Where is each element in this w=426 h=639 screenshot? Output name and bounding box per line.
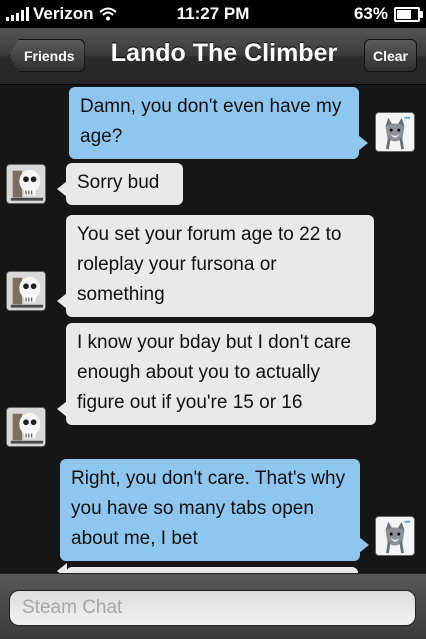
message-text: Damn, you don't even have my age? bbox=[80, 96, 342, 147]
battery-percent: 63% bbox=[353, 4, 388, 23]
skull-avatar[interactable] bbox=[6, 164, 46, 204]
clear-button[interactable]: Clear bbox=[363, 39, 417, 72]
message-text: Right, you don't care. That's why you ha… bbox=[71, 468, 346, 549]
battery-fill bbox=[397, 9, 411, 19]
wifi-icon bbox=[99, 7, 118, 21]
steam-chat-input[interactable] bbox=[9, 590, 416, 626]
chat-input-bar bbox=[0, 573, 426, 639]
skull-avatar[interactable] bbox=[6, 407, 46, 447]
status-bar: Verizon 11:27 PM 63% bbox=[0, 0, 426, 28]
wolf-icon bbox=[376, 113, 414, 151]
message-text: Sorry bud bbox=[77, 172, 160, 193]
skull-icon bbox=[7, 408, 45, 446]
message-text: I know your bday but I don't care enough… bbox=[77, 332, 352, 413]
skull-icon bbox=[7, 272, 45, 310]
chat-history[interactable]: Damn, you don't even have my age? Sorry … bbox=[0, 85, 426, 573]
signal-strength-icon bbox=[6, 7, 29, 21]
message-bubble-sent: Damn, you don't even have my age? bbox=[69, 87, 368, 159]
battery-icon bbox=[394, 6, 423, 22]
battery-status: 63% bbox=[353, 4, 423, 24]
message-bubble-sent: Right, you don't care. That's why you ha… bbox=[60, 459, 369, 561]
page-title: Lando The Climber bbox=[110, 39, 338, 67]
message-bubble-received: I know your bday but I don't care enough… bbox=[57, 323, 376, 425]
message-text: You set your forum age to 22 to roleplay… bbox=[77, 224, 342, 305]
message-bubble-received: You set your forum age to 22 to roleplay… bbox=[57, 215, 374, 317]
wolf-icon bbox=[376, 517, 414, 555]
wolf-avatar[interactable] bbox=[375, 516, 415, 556]
skull-icon bbox=[7, 165, 45, 203]
carrier-name: Verizon bbox=[33, 4, 94, 23]
message-bubble-received: Sorry bud bbox=[57, 163, 183, 205]
chat-screen: Verizon 11:27 PM 63% Friends Lando The C… bbox=[0, 0, 426, 639]
wolf-avatar[interactable] bbox=[375, 112, 415, 152]
friends-back-button[interactable]: Friends bbox=[9, 39, 85, 72]
skull-avatar[interactable] bbox=[6, 271, 46, 311]
navigation-bar: Friends Lando The Climber Clear bbox=[0, 28, 426, 85]
